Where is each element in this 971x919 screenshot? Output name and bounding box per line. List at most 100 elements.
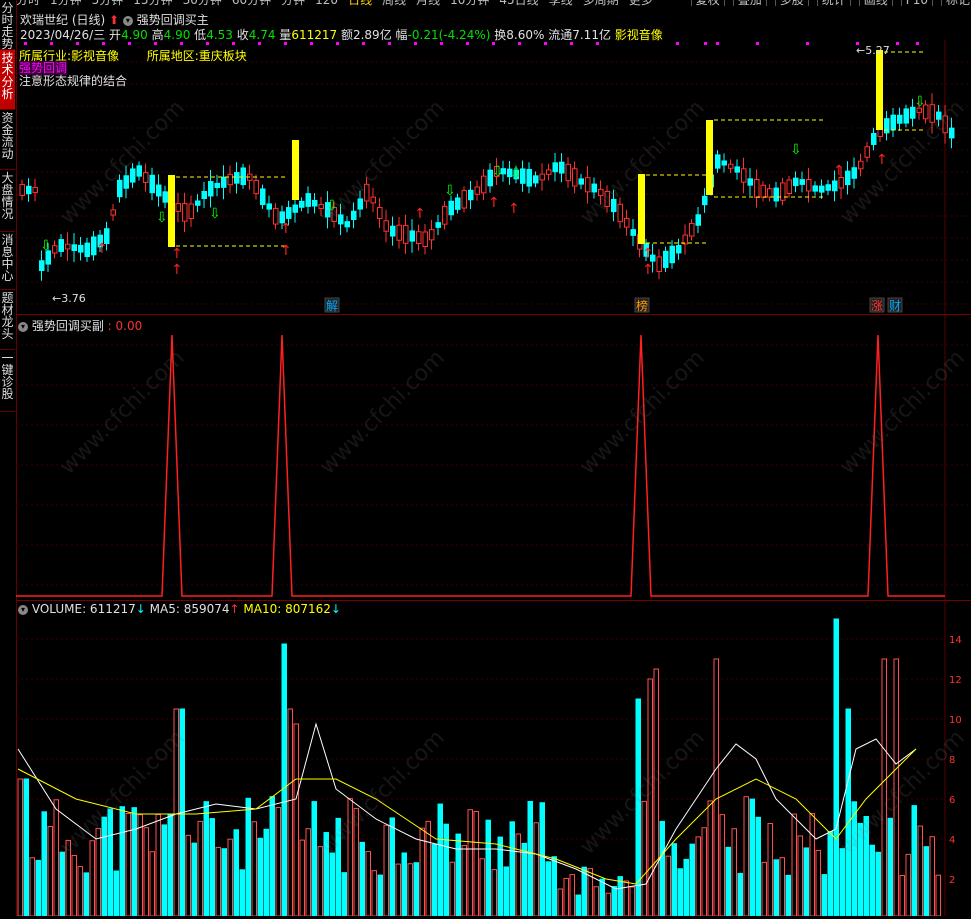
volume-bar — [125, 813, 131, 917]
period-tab-11[interactable]: 10分钟 — [450, 0, 489, 6]
period-tab-7[interactable]: 120 — [315, 0, 338, 6]
event-dot — [76, 42, 79, 45]
sidebar-tab-1[interactable]: 技术分析 — [0, 50, 15, 110]
toolbar-button-3[interactable]: 统计 — [816, 0, 851, 6]
volume-bar — [275, 807, 281, 917]
period-tab-13[interactable]: 季线 — [549, 0, 573, 6]
candle-body — [422, 231, 428, 248]
event-dot — [362, 42, 365, 45]
event-dot — [896, 42, 899, 45]
sub-indicator-chart[interactable] — [16, 315, 971, 600]
period-bar: 分时 1分钟 5分钟 15分钟 30分钟 60分钟 分钟 120 日线 周线 月线 10分钟 45日线 季… — [16, 0, 971, 6]
volume-chart[interactable]: 14 12 10 8 6 4 2 — [16, 599, 971, 917]
period-tab-6[interactable]: 分钟 — [281, 0, 305, 6]
volume-bar — [257, 837, 263, 917]
volume-bar — [689, 843, 695, 917]
candle-body — [117, 179, 123, 198]
candle-body — [793, 177, 799, 187]
candle-body — [234, 172, 240, 184]
signal-bar — [876, 50, 883, 130]
volume-bar — [905, 853, 911, 917]
volume-bar — [305, 828, 311, 917]
event-dot — [806, 42, 809, 45]
badge-text: 解 — [326, 299, 338, 313]
volume-bar — [845, 708, 851, 917]
buy-arrow-icon: ↑ — [96, 241, 108, 257]
candle-body — [624, 217, 630, 228]
candle-body — [585, 177, 591, 193]
candle-body — [942, 115, 948, 134]
candle-body — [182, 203, 188, 222]
volume-bar — [641, 800, 647, 917]
candle-body — [357, 198, 363, 210]
volume-menu-icon[interactable]: ▾ — [18, 604, 28, 615]
volume-bar — [509, 821, 515, 917]
badge-text: 涨 — [871, 298, 883, 313]
signal-line — [16, 334, 945, 597]
indicator-name[interactable]: 强势回调买主 — [137, 13, 209, 27]
sub-menu-icon[interactable]: ▾ — [18, 321, 28, 332]
candle-body — [455, 197, 461, 210]
indicator-menu-icon[interactable]: ▾ — [122, 15, 133, 26]
toolbar-button-2[interactable]: 多股 — [774, 0, 809, 6]
period-tab-0[interactable]: 分时 — [16, 0, 40, 6]
toolbar-button-1[interactable]: 叠加 — [732, 0, 767, 6]
sell-arrow-icon: ⇩ — [209, 206, 221, 222]
candle-body — [663, 250, 669, 268]
sidebar-tab-6[interactable]: 一键诊股 — [0, 350, 15, 412]
sidebar-tab-0[interactable]: 分时走势 — [0, 0, 15, 50]
event-dot — [180, 42, 183, 45]
volume-bar — [17, 778, 23, 917]
candlestick-chart[interactable]: ↑ ↑↑↑↑↑↑ ↑↑↑↑↑⇩⇩ ⇩ ⇩⇩⇩ ⇩⇩⇩←5.27←3.76解榜涨财 — [16, 40, 971, 314]
volume-bar — [23, 778, 29, 917]
candle-body — [227, 173, 233, 186]
candle-body — [526, 168, 532, 187]
period-tab-5[interactable]: 60分钟 — [232, 0, 271, 6]
volume-bar — [653, 668, 659, 917]
candle-body — [240, 167, 246, 186]
period-tab-2[interactable]: 5分钟 — [92, 0, 124, 6]
sell-arrow-icon: ⇩ — [444, 183, 456, 199]
sidebar-tab-4[interactable]: 消息中心 — [0, 232, 15, 290]
volume-bar — [359, 841, 365, 917]
candle-body — [773, 187, 779, 202]
candle-body — [143, 172, 149, 183]
candle-body — [409, 230, 415, 242]
period-tab-8[interactable]: 日线 — [348, 0, 372, 6]
candle-body — [78, 244, 84, 253]
candle-body — [201, 190, 207, 200]
candle-body — [110, 209, 116, 216]
candle-body — [572, 168, 578, 187]
period-tab-4[interactable]: 30分钟 — [183, 0, 222, 6]
candle-body — [52, 245, 58, 254]
volume-bar — [335, 817, 341, 917]
candle-body — [292, 204, 298, 213]
toolbar-button-5[interactable]: F10 — [900, 0, 933, 6]
volume-bar — [47, 825, 53, 917]
period-tab-12[interactable]: 45日线 — [499, 0, 538, 6]
volume-bar — [929, 836, 935, 917]
sidebar-tab-2[interactable]: 资金流动 — [0, 110, 15, 170]
volume-bar — [677, 868, 683, 917]
toolbar-button-0[interactable]: 复权 — [690, 0, 725, 6]
period-tab-15[interactable]: 更多 — [629, 0, 653, 6]
sub-title-row: ▾ 强势回调买副 : 0.00 — [18, 317, 142, 334]
candle-body — [370, 196, 376, 204]
volume-bar — [503, 866, 509, 917]
period-tab-14[interactable]: 多周期 — [583, 0, 619, 6]
period-tab-9[interactable]: 周线 — [382, 0, 406, 6]
candle-body — [429, 229, 435, 241]
period-tab-3[interactable]: 15分钟 — [133, 0, 172, 6]
sidebar-tab-3[interactable]: 大盘情况 — [0, 170, 15, 232]
volume-bar — [521, 842, 527, 917]
period-tab-10[interactable]: 月线 — [416, 0, 440, 6]
volume-bar — [293, 723, 299, 917]
candle-body — [695, 214, 701, 226]
toolbar-button-4[interactable]: 画线 — [858, 0, 893, 6]
sidebar-tab-5[interactable]: 题材龙头 — [0, 290, 15, 350]
toolbar-button-6[interactable]: 标记 — [940, 0, 971, 6]
volume-bar — [95, 827, 101, 917]
period-tab-1[interactable]: 1分钟 — [50, 0, 82, 6]
volume-bar — [173, 708, 179, 917]
volume-bar — [167, 813, 173, 917]
